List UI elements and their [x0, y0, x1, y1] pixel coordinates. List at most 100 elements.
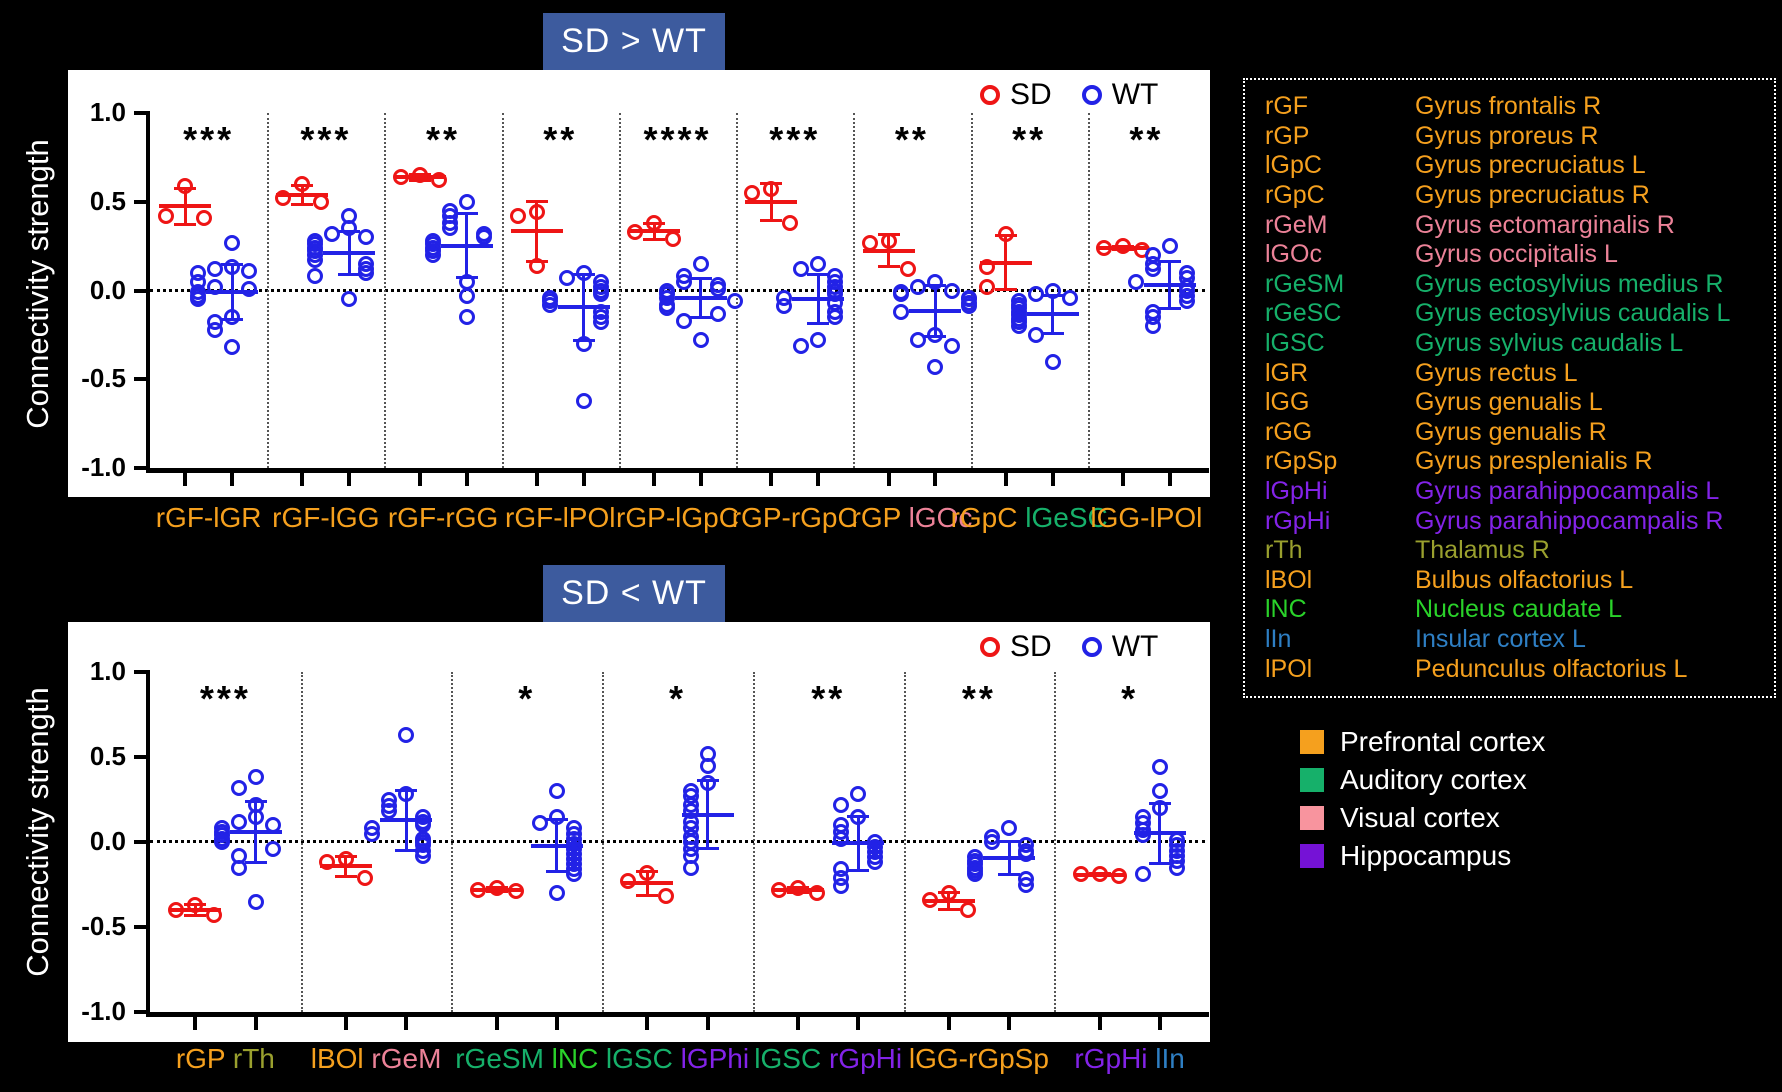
- group-separator: [602, 672, 604, 1012]
- x-tick: [418, 473, 422, 486]
- wt-point: [476, 229, 492, 245]
- wt-point: [542, 297, 558, 313]
- x-label-segment: lGPhi: [681, 1043, 749, 1074]
- plot-legend: SD WT: [980, 78, 1158, 112]
- significance-stars: **: [543, 119, 577, 161]
- x-axis-label: lGG-rGpSp: [909, 1043, 1049, 1075]
- wt-point: [1018, 846, 1034, 862]
- wt-point: [676, 274, 692, 290]
- wt-mean-line: [1027, 312, 1079, 316]
- x-label-segment: lGSC: [606, 1043, 681, 1074]
- sd-point: [529, 204, 545, 220]
- sd-point: [744, 185, 760, 201]
- region-legend-row: rGpCGyrus precruciatus R: [1265, 181, 1774, 211]
- wt-point: [961, 298, 977, 314]
- sd-point: [658, 888, 674, 904]
- x-label-segment: rGP-lGpC: [616, 502, 739, 533]
- significance-stars: **: [1012, 119, 1046, 161]
- x-tick: [645, 1017, 649, 1030]
- wt-point: [984, 834, 1000, 850]
- region-legend-row: lGpHiGyrus parahippocampalis L: [1265, 477, 1774, 507]
- wt-point: [867, 854, 883, 870]
- significance-stars: **: [895, 119, 929, 161]
- wt-point: [559, 270, 575, 286]
- x-tick: [796, 1017, 800, 1030]
- region-abbr: rGpC: [1265, 181, 1415, 210]
- region-name: Gyrus rectus L: [1415, 359, 1578, 388]
- wt-point: [593, 286, 609, 302]
- region-name: Gyrus presplenialis R: [1415, 447, 1653, 476]
- wt-point: [241, 263, 257, 279]
- color-key-swatch: [1300, 806, 1324, 830]
- sd-error-cap: [174, 223, 196, 226]
- wt-point: [231, 780, 247, 796]
- wt-point: [341, 291, 357, 307]
- x-label-segment: rGF-rGG: [388, 502, 498, 533]
- wt-error-cap: [1042, 332, 1064, 335]
- wt-point: [1018, 877, 1034, 893]
- wt-error-cap: [998, 840, 1020, 843]
- significance-stars: ***: [183, 119, 234, 161]
- color-key-row: Hippocampus: [1300, 837, 1545, 875]
- wt-point: [442, 220, 458, 236]
- region-abbr: lGR: [1265, 359, 1415, 388]
- wt-point: [1028, 327, 1044, 343]
- y-tick: [134, 377, 146, 381]
- x-label-segment: rGP: [852, 502, 909, 533]
- sd-point: [412, 167, 428, 183]
- x-axis-labels-bottom: rGP rThlBOl rGeMrGeSM lNClGSC lGPhilGSC …: [0, 1043, 1782, 1085]
- legend-label: WT: [1112, 630, 1159, 664]
- region-abbr: lGpHi: [1265, 477, 1415, 506]
- sd-error-cap: [291, 203, 313, 206]
- wt-error-cap: [546, 870, 568, 873]
- wt-point: [1135, 866, 1151, 882]
- region-legend-row: rGeSMGyrus ectosylvius medius R: [1265, 270, 1774, 300]
- wt-point: [307, 252, 323, 268]
- wt-point: [659, 300, 675, 316]
- x-label-segment: lNC: [552, 1043, 599, 1074]
- wt-point: [793, 338, 809, 354]
- sd-point: [177, 178, 193, 194]
- sd-point: [790, 880, 806, 896]
- y-tick-label: -0.5: [68, 363, 126, 394]
- region-abbr: lNC: [1265, 595, 1415, 624]
- wt-legend-swatch: [1082, 637, 1102, 657]
- wt-point: [683, 860, 699, 876]
- color-key-label: Visual cortex: [1340, 802, 1500, 834]
- x-label-segment: rGeSM: [455, 1043, 551, 1074]
- wt-point: [1179, 293, 1195, 309]
- legend-label: SD: [1010, 78, 1052, 112]
- wt-point: [693, 332, 709, 348]
- sd-error-cap: [938, 908, 960, 911]
- x-label-segment: rGpC: [951, 502, 1026, 533]
- x-tick: [193, 1017, 197, 1030]
- wt-point: [207, 322, 223, 338]
- x-tick: [856, 1017, 860, 1030]
- wt-point: [248, 769, 264, 785]
- legend-label: WT: [1112, 78, 1159, 112]
- group-separator: [384, 113, 386, 468]
- x-label-segment: lGG-rGpSp: [909, 1043, 1049, 1074]
- region-abbr: rGpHi: [1265, 507, 1415, 536]
- region-abbr: lPOl: [1265, 655, 1415, 684]
- region-abbr: rGeSC: [1265, 299, 1415, 328]
- x-tick: [230, 473, 234, 486]
- sd-point: [881, 233, 897, 249]
- wt-point: [944, 338, 960, 354]
- significance-stars: ****: [643, 119, 711, 161]
- sd-point: [1111, 868, 1127, 884]
- significance-stars: *: [518, 678, 535, 720]
- wt-point: [1028, 286, 1044, 302]
- wt-point: [676, 313, 692, 329]
- wt-point: [224, 309, 240, 325]
- sd-error-cap: [526, 200, 548, 203]
- sd-point: [470, 882, 486, 898]
- wt-point: [265, 841, 281, 857]
- sd-error-cap: [184, 914, 206, 917]
- group-separator: [1088, 113, 1090, 468]
- wt-point: [710, 281, 726, 297]
- y-tick: [134, 1010, 146, 1014]
- x-axis-label: lGG-lPOl: [1090, 502, 1202, 534]
- region-abbr: lGpC: [1265, 151, 1415, 180]
- y-tick: [134, 755, 146, 759]
